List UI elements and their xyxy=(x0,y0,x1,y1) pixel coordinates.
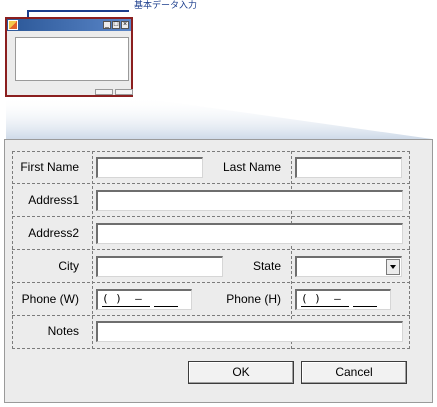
first-name-field[interactable] xyxy=(96,157,203,178)
city-label: City xyxy=(58,259,79,273)
phone-mask-underline xyxy=(353,306,377,307)
last-name-label: Last Name xyxy=(222,160,281,174)
address1-field[interactable] xyxy=(96,190,403,211)
close-icon: × xyxy=(121,21,129,29)
grid-column-divider xyxy=(92,151,93,349)
grid-column-divider xyxy=(291,151,292,349)
grid-row-divider xyxy=(12,282,410,283)
grid-row-divider xyxy=(12,315,410,316)
phone-home-field[interactable]: ( ) – xyxy=(295,289,391,310)
maximize-icon: □ xyxy=(112,21,120,29)
phone-home-label: Phone (H) xyxy=(226,292,281,306)
address2-field[interactable] xyxy=(96,223,403,244)
thumbnail-button xyxy=(115,89,133,95)
basic-data-entry-form: First Name Last Name Address1 Address2 C… xyxy=(4,139,433,403)
phone-work-label: Phone (W) xyxy=(21,292,79,306)
table-layout-grid xyxy=(12,151,410,349)
phone-mask-underline xyxy=(301,306,349,307)
last-name-field[interactable] xyxy=(295,157,402,178)
ok-button[interactable]: OK xyxy=(188,361,294,384)
notes-field[interactable] xyxy=(96,321,403,342)
grid-row-divider xyxy=(12,249,410,250)
phone-work-field[interactable]: ( ) – xyxy=(96,289,192,310)
state-dropdown[interactable] xyxy=(295,256,402,277)
thumbnail-window: _ □ × xyxy=(5,17,133,97)
address1-label: Address1 xyxy=(28,193,79,207)
thumbnail-title-bar: _ □ × xyxy=(7,19,131,31)
first-name-label: First Name xyxy=(20,160,79,174)
minimize-icon: _ xyxy=(103,21,111,29)
thumbnail-button xyxy=(95,89,113,95)
notes-label: Notes xyxy=(47,324,79,338)
callout-line xyxy=(27,10,129,12)
figure: 基本データ入力 _ □ × First Name Last Name Addre… xyxy=(0,0,437,407)
grid-row-divider xyxy=(12,216,410,217)
phone-mask-underline xyxy=(102,306,150,307)
state-label: State xyxy=(252,259,281,273)
thumbnail-content-area xyxy=(15,37,129,81)
app-icon xyxy=(8,20,18,30)
address2-label: Address2 xyxy=(28,226,79,240)
phone-mask-underline xyxy=(154,306,178,307)
phone-mask: ( ) – xyxy=(301,292,341,305)
phone-mask: ( ) – xyxy=(102,292,142,305)
cancel-button[interactable]: Cancel xyxy=(301,361,407,384)
chevron-down-icon[interactable] xyxy=(386,259,400,275)
callout-label: 基本データ入力 xyxy=(134,1,198,11)
city-field[interactable] xyxy=(96,256,223,277)
grid-row-divider xyxy=(12,183,410,184)
